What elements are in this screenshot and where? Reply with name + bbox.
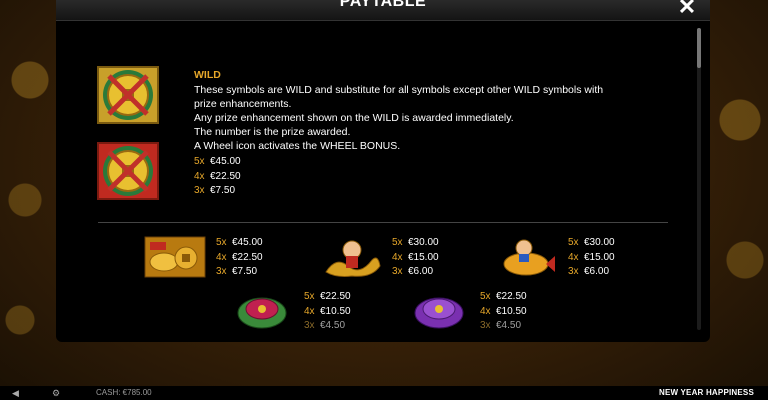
scroll-thumb[interactable] <box>697 28 701 68</box>
cash-balance: CASH: €785.00 <box>96 388 152 397</box>
paytable-modal: PAYTABLE ✕ WILD These symbols are WILD a… <box>56 0 710 342</box>
section-divider <box>98 222 668 223</box>
symbol-pays: 5x €22.50 4x €10.50 3x €4.50 <box>480 291 527 331</box>
symbol-pays: 5x €45.00 4x €22.50 3x €7.50 <box>216 237 263 277</box>
paytable-title: PAYTABLE <box>339 0 427 10</box>
paytable-header: PAYTABLE ✕ <box>56 0 710 21</box>
boy-with-dragon-icon <box>325 240 381 277</box>
symbol-pays: 5x €30.00 4x €15.00 3x €6.00 <box>392 237 439 277</box>
wild-description-line: Any prize enhancement shown on the WILD … <box>194 112 514 124</box>
symbol-pays: 5x €22.50 4x €10.50 3x €4.50 <box>304 291 351 331</box>
symbol-pays: 5x €30.00 4x €15.00 3x €6.00 <box>568 237 615 277</box>
wild-description-line: prize enhancements. <box>194 98 292 110</box>
wild-description-line: These symbols are WILD and substitute fo… <box>194 84 604 96</box>
wild-symbol-icon <box>97 142 159 200</box>
wild-title: WILD <box>194 69 221 81</box>
purple-pouch-icon <box>414 297 464 329</box>
red-green-pouch-icon <box>237 297 287 329</box>
wild-symbol-icon <box>97 66 159 124</box>
game-name: NEW YEAR HAPPINESS <box>658 388 754 397</box>
sound-icon[interactable]: ◀ <box>12 388 22 398</box>
settings-icon[interactable]: ⚙ <box>52 388 62 398</box>
scrollbar[interactable] <box>697 28 701 330</box>
wild-description-line: The number is the prize awarded. <box>194 126 351 138</box>
bottom-status-bar: ◀ ⚙ CASH: €785.00 NEW YEAR HAPPINESS <box>0 386 768 400</box>
wild-pays: 5x €45.00 4x €22.50 3x €7.50 <box>194 156 241 196</box>
wild-description-line: A Wheel icon activates the WHEEL BONUS. <box>194 140 401 152</box>
close-button[interactable]: ✕ <box>676 0 698 18</box>
gold-ingot-coins-icon <box>144 236 206 278</box>
boy-with-koi-fish-icon <box>503 239 555 276</box>
